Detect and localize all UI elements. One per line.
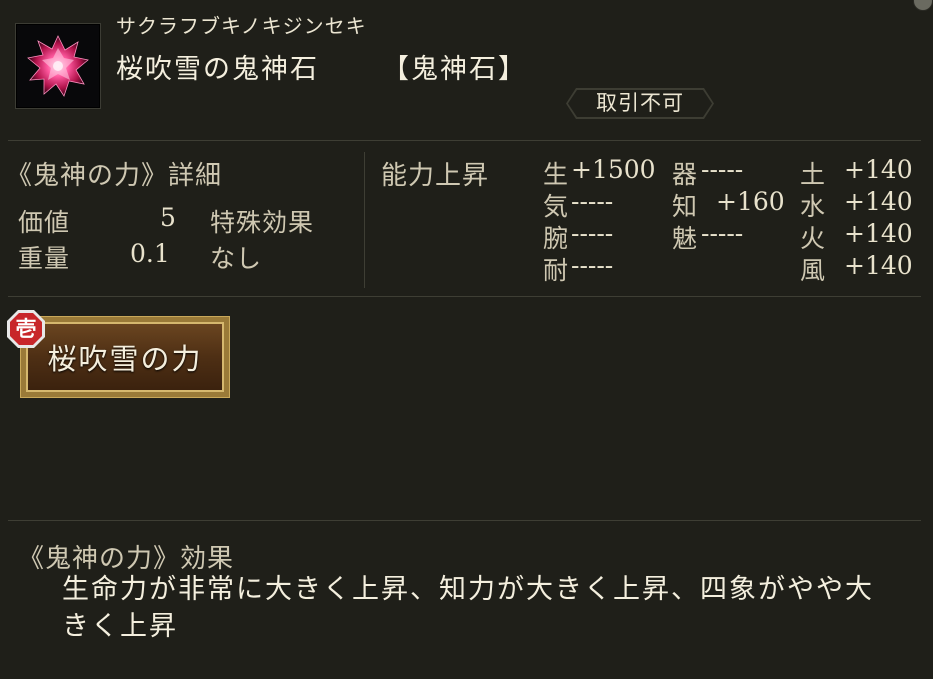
item-type: 【鬼神石】 — [382, 54, 527, 85]
stats-heading: 能力上昇 — [381, 161, 490, 191]
stat-value: +140 — [844, 187, 913, 216]
special-effect-value: なし — [210, 244, 263, 273]
stat-label: 器 — [672, 160, 699, 189]
details-bottom-divider — [8, 296, 921, 297]
details-divider — [364, 152, 365, 288]
skill-tier-label: 壱 — [15, 316, 37, 341]
stat-value: +140 — [844, 155, 913, 184]
stat-value: ----- — [571, 187, 614, 216]
value-label: 価値 — [18, 208, 71, 237]
stat-label: 土 — [800, 160, 827, 189]
stat-value: +1500 — [571, 155, 656, 184]
stat-label: 気 — [543, 192, 570, 221]
pink-crystal-icon — [27, 35, 89, 97]
effect-divider — [8, 520, 921, 521]
trade-status-label: 取引不可 — [596, 91, 684, 115]
item-reading: サクラフブキノキジンセキ — [116, 14, 367, 38]
stat-label: 耐 — [543, 256, 570, 285]
stat-value: +140 — [844, 219, 913, 248]
stat-value: +140 — [844, 251, 913, 280]
skill-button[interactable]: 桜吹雪の力 — [20, 316, 230, 398]
item-name: 桜吹雪の鬼神石 — [116, 54, 319, 85]
stat-label: 生 — [543, 160, 570, 189]
stat-label: 魅 — [672, 224, 699, 253]
item-icon — [15, 23, 101, 109]
effect-description: 生命力が非常に大きく上昇、知力が大きく上昇、四象がやや大きく上昇 — [62, 574, 874, 642]
stat-label: 知 — [672, 192, 699, 221]
weight-label: 重量 — [18, 244, 71, 273]
weight-amount: 0.1 — [130, 239, 170, 268]
skill-button-label[interactable]: 桜吹雪の力 — [28, 324, 222, 390]
stat-value: +160 — [716, 187, 785, 216]
trade-status-badge: 取引不可 — [566, 88, 714, 119]
stat-value: ----- — [701, 155, 744, 184]
stat-label: 火 — [800, 224, 827, 253]
special-effect-label: 特殊効果 — [210, 208, 315, 237]
stat-label: 腕 — [543, 224, 570, 253]
stat-value: ----- — [571, 219, 614, 248]
skill-tier-badge: 壱 — [6, 309, 46, 349]
stat-label: 水 — [800, 192, 827, 221]
skill-button-face[interactable]: 桜吹雪の力 — [26, 322, 224, 392]
details-heading: 《鬼神の力》詳細 — [6, 161, 223, 191]
stat-label: 風 — [800, 256, 827, 285]
stat-value: ----- — [701, 219, 744, 248]
stat-value: ----- — [571, 251, 614, 280]
value-amount: 5 — [160, 203, 176, 232]
header-divider — [8, 140, 921, 141]
window-corner-dot — [913, 0, 933, 11]
effect-heading: 《鬼神の力》効果 — [18, 544, 235, 574]
